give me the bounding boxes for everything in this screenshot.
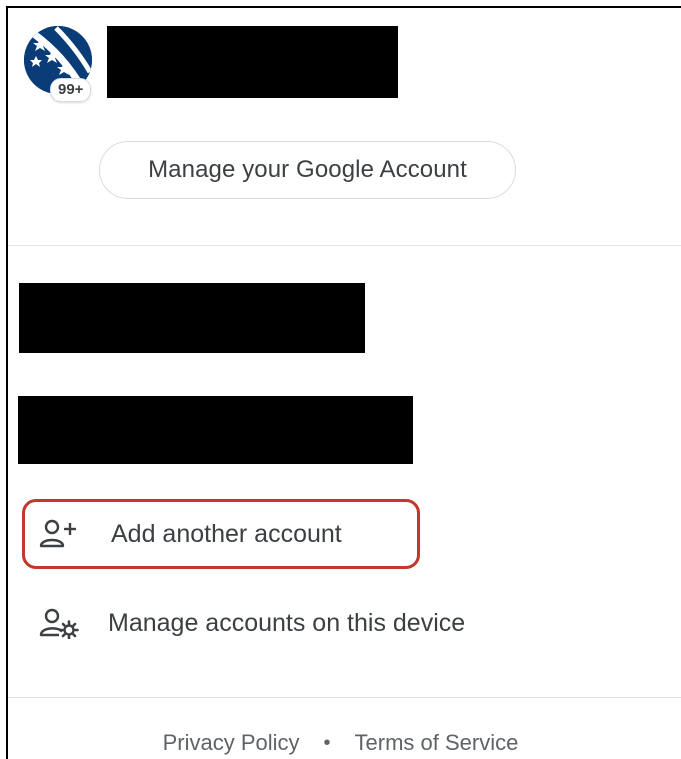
add-another-account-button[interactable]: Add another account [22, 499, 420, 569]
notification-count-badge: 99+ [50, 78, 92, 102]
redacted-account-row[interactable] [19, 283, 365, 353]
manage-accounts-on-device-label: Manage accounts on this device [108, 608, 466, 637]
manage-google-account-button[interactable]: Manage your Google Account [99, 141, 516, 199]
manage-accounts-on-device-button[interactable]: Manage accounts on this device [22, 593, 465, 653]
add-another-account-label: Add another account [111, 519, 342, 548]
manage-accounts-icon [39, 606, 79, 640]
footer: Privacy Policy • Terms of Service [0, 728, 681, 758]
redacted-account-row[interactable] [18, 396, 413, 464]
divider [8, 697, 681, 698]
terms-of-service-link[interactable]: Terms of Service [355, 730, 519, 756]
redacted-account-name [107, 26, 398, 98]
person-add-icon [39, 517, 79, 551]
privacy-policy-link[interactable]: Privacy Policy [163, 730, 300, 756]
footer-separator: • [323, 731, 331, 754]
divider [8, 245, 681, 246]
